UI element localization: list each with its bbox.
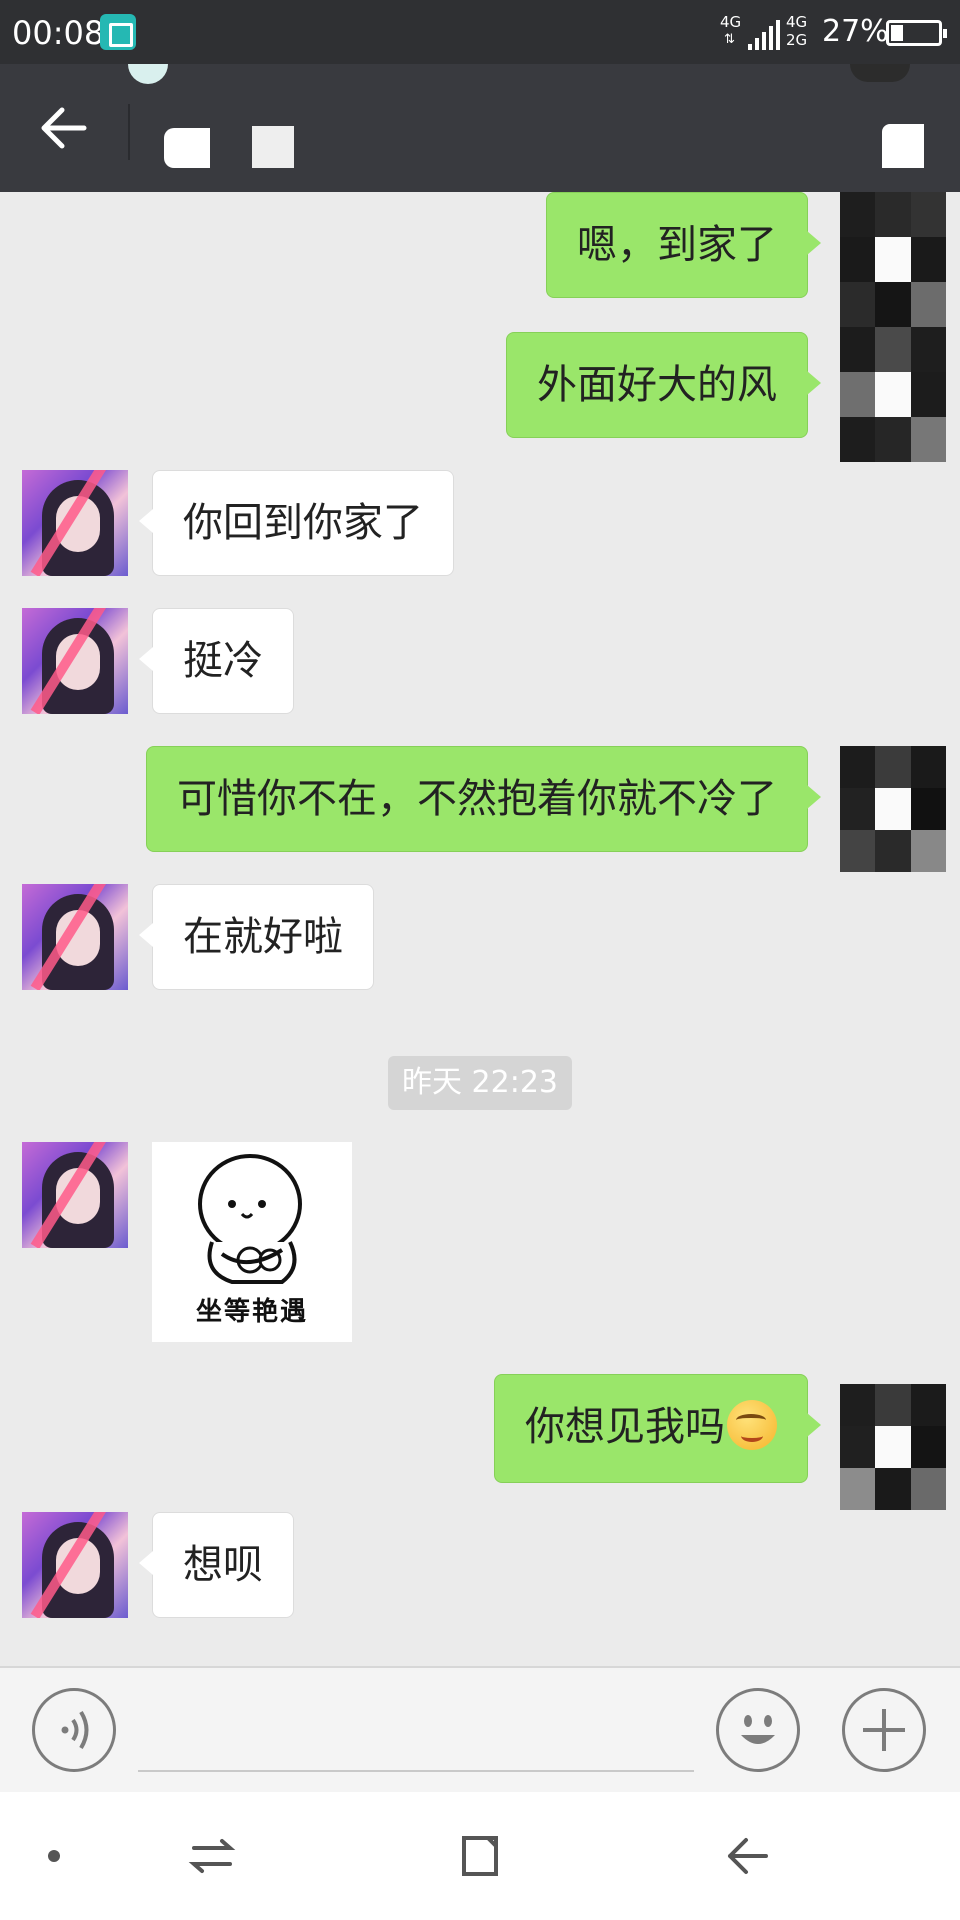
sticker-caption: 坐等艳遇: [195, 1297, 308, 1327]
screen-capture-icon: [100, 14, 136, 50]
nav-menu-button[interactable]: [26, 1828, 82, 1884]
contact-avatar[interactable]: [22, 1512, 128, 1618]
contact-avatar[interactable]: [22, 884, 128, 990]
message-bubble-outgoing[interactable]: 你想见我吗: [494, 1374, 821, 1483]
nav-home-button[interactable]: [452, 1828, 508, 1884]
chat-header: [0, 64, 960, 192]
profile-button[interactable]: [882, 124, 924, 168]
message-text: 你想见我吗: [525, 1404, 725, 1450]
redaction-mark: [850, 64, 910, 82]
message-bubble-outgoing[interactable]: 可惜你不在，不然抱着你就不冷了: [146, 746, 821, 852]
message-row: 外面好大的风: [0, 332, 960, 442]
battery-percent: 27%: [822, 14, 889, 49]
message-bubble-outgoing[interactable]: 嗯，到家了: [546, 192, 821, 298]
battery-fill: [891, 25, 903, 41]
message-bubble-incoming[interactable]: 在就好啦: [139, 884, 374, 990]
contact-avatar[interactable]: [22, 1142, 128, 1248]
switch-icon: [188, 1839, 236, 1873]
nav-back-button[interactable]: [720, 1828, 776, 1884]
message-bubble-outgoing[interactable]: 外面好大的风: [506, 332, 821, 438]
message-row: 在就好啦: [0, 884, 960, 994]
message-row: 挺冷: [0, 608, 960, 718]
back-arrow-icon: [728, 1838, 768, 1874]
chat-title-redacted: [252, 126, 294, 168]
message-row: 嗯，到家了: [0, 192, 960, 302]
own-avatar-pixelated[interactable]: [840, 746, 946, 872]
message-row: 你想见我吗: [0, 1374, 960, 1510]
sticker-character-icon: [198, 1154, 302, 1284]
network-type-3: 2G: [786, 31, 808, 49]
message-bubble-incoming[interactable]: 想呗: [139, 1512, 294, 1618]
message-row: 想呗: [0, 1512, 960, 1622]
signal-indicator: 4G ⇅ 4G 2G: [720, 14, 810, 50]
system-nav-bar: [0, 1792, 960, 1920]
sticker-message[interactable]: 坐等艳遇: [152, 1142, 352, 1342]
back-button[interactable]: [36, 100, 92, 156]
arrow-left-icon: [41, 107, 87, 149]
plus-icon: [863, 1709, 905, 1751]
contact-avatar[interactable]: [22, 470, 128, 576]
voice-icon: [61, 1710, 89, 1750]
more-button[interactable]: [842, 1688, 926, 1772]
redaction-mark: [128, 64, 168, 84]
message-row: [0, 1142, 960, 1352]
message-row: 你回到你家了: [0, 470, 960, 580]
smile-icon: [741, 1715, 775, 1744]
nav-switch-button[interactable]: [184, 1828, 240, 1884]
home-square-icon: [462, 1836, 498, 1876]
dot-icon: [48, 1850, 60, 1862]
battery-icon: [886, 20, 947, 46]
status-time: 00:08: [12, 14, 105, 52]
network-type-1: 4G: [720, 13, 742, 31]
message-input[interactable]: [138, 1688, 694, 1772]
message-bubble-incoming[interactable]: 挺冷: [139, 608, 294, 714]
message-row: 可惜你不在，不然抱着你就不冷了: [0, 746, 960, 872]
signal-bars-icon: [748, 18, 780, 50]
time-divider: 昨天 22:23: [388, 1056, 572, 1110]
input-bar: [0, 1666, 960, 1792]
contact-avatar[interactable]: [22, 608, 128, 714]
own-avatar-pixelated[interactable]: [840, 1384, 946, 1510]
status-bar: 00:08 4G ⇅ 4G 2G 27%: [0, 0, 960, 64]
message-bubble-incoming[interactable]: 你回到你家了: [139, 470, 454, 576]
smirk-face-icon: [727, 1400, 777, 1450]
voice-button[interactable]: [32, 1688, 116, 1772]
emoji-button[interactable]: [716, 1688, 800, 1772]
message-list[interactable]: 嗯，到家了 外面好大的风 你回到你家了 挺冷 可惜你不在，不然抱着你就不冷了 在…: [0, 192, 960, 1666]
header-divider: [128, 104, 130, 160]
data-arrows-icon: ⇅: [724, 32, 735, 47]
chat-title-redacted: [164, 128, 210, 168]
network-type-2: 4G: [786, 13, 808, 31]
